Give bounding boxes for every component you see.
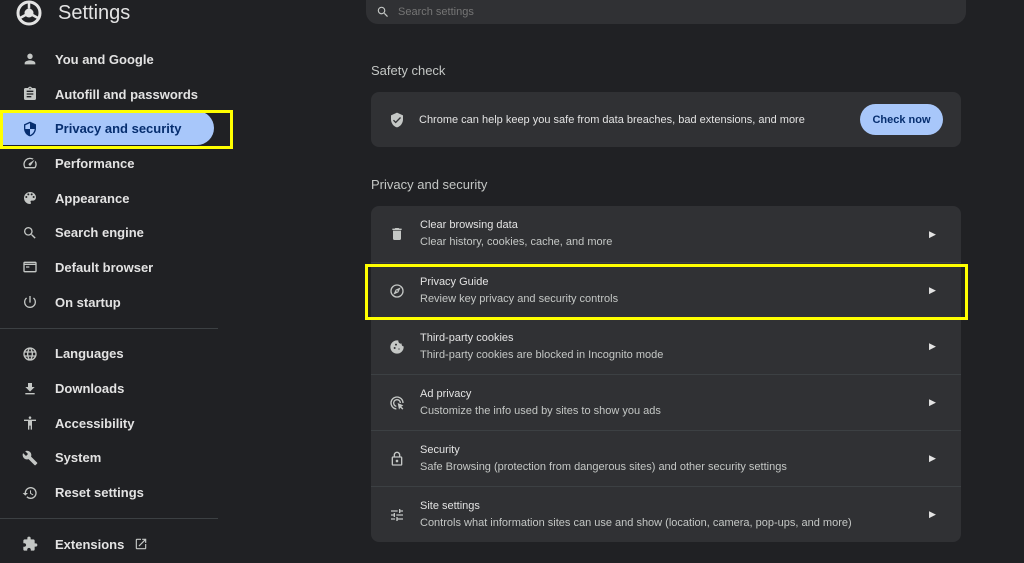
cookie-icon: [388, 338, 406, 356]
sidebar-item-label: Autofill and passwords: [55, 86, 199, 102]
sidebar-item-default-browser[interactable]: Default browser: [0, 250, 218, 285]
highlight-box: [365, 264, 968, 320]
row-subtitle: Controls what information sites can use …: [420, 516, 852, 529]
privacy-card: Clear browsing data Clear history, cookie…: [371, 206, 961, 542]
row-title: Third-party cookies: [420, 331, 514, 344]
globe-icon: [20, 344, 40, 364]
privacy-section-title: Privacy and security: [371, 177, 488, 192]
power-icon: [20, 292, 40, 312]
sidebar-item-appearance[interactable]: Appearance: [0, 181, 218, 216]
sidebar-item-label: Accessibility: [55, 415, 135, 431]
row-subtitle: Clear history, cookies, cache, and more: [420, 236, 613, 248]
chevron-right-icon: ▶: [929, 509, 936, 519]
sidebar-item-label: Performance: [55, 155, 135, 171]
palette-icon: [20, 188, 40, 208]
row-subtitle: Safe Browsing (protection from dangerous…: [420, 460, 787, 473]
clipboard-icon: [20, 84, 40, 104]
check-now-button[interactable]: Check now: [860, 104, 943, 135]
lock-icon: [388, 450, 406, 468]
sidebar-item-label: Extensions: [55, 536, 125, 552]
sidebar-item-system[interactable]: System: [0, 441, 218, 476]
highlight-box: [0, 110, 233, 149]
download-icon: [20, 379, 40, 399]
sidebar-item-reset-settings[interactable]: Reset settings: [0, 475, 218, 510]
sidebar-item-label: Downloads: [55, 381, 125, 397]
chevron-right-icon: ▶: [929, 341, 936, 351]
row-title: Security: [420, 443, 460, 456]
sidebar-item-performance[interactable]: Performance: [0, 146, 218, 181]
search-icon: [20, 223, 40, 243]
trash-icon: [388, 225, 406, 243]
sidebar-item-label: Languages: [55, 346, 124, 362]
chevron-right-icon: ▶: [929, 228, 936, 239]
search-input[interactable]: [396, 5, 900, 19]
row-site-settings[interactable]: Site settings Controls what information s…: [371, 486, 961, 542]
safety-check-card: Chrome can help keep you safe from data …: [371, 92, 961, 147]
chevron-right-icon: ▶: [929, 453, 936, 463]
sidebar-item-on-startup[interactable]: On startup: [0, 285, 218, 320]
sidebar-item-search-engine[interactable]: Search engine: [0, 215, 218, 250]
puzzle-icon: [20, 534, 40, 554]
browser-icon: [20, 257, 40, 277]
speedometer-icon: [20, 153, 40, 173]
ad-privacy-icon: [388, 394, 406, 412]
sidebar-item-label: Search engine: [55, 225, 144, 241]
chevron-right-icon: ▶: [929, 397, 936, 407]
row-clear-browsing-data[interactable]: Clear browsing data Clear history, cookie…: [371, 206, 961, 262]
sidebar-item-label: Default browser: [55, 259, 154, 275]
row-security[interactable]: Security Safe Browsing (protection from d…: [371, 430, 961, 486]
sidebar-item-extensions[interactable]: Extensions: [0, 527, 218, 562]
chrome-logo-icon: [16, 0, 42, 26]
accessibility-icon: [20, 413, 40, 433]
row-title: Site settings: [420, 499, 480, 512]
sidebar-divider: [0, 517, 218, 519]
row-subtitle: Customize the info used by sites to show…: [420, 404, 661, 417]
safety-check-title: Safety check: [371, 63, 446, 78]
row-third-party-cookies[interactable]: Third-party cookies Third-party cookies a…: [371, 318, 961, 374]
sidebar-item-languages[interactable]: Languages: [0, 337, 218, 372]
sidebar-item-label: Reset settings: [55, 485, 144, 501]
safety-check-text: Chrome can help keep you safe from data …: [419, 113, 805, 126]
sidebar-item-label: Appearance: [55, 190, 130, 206]
search-box[interactable]: [366, 0, 966, 24]
search-icon: [377, 6, 388, 17]
sidebar-item-downloads[interactable]: Downloads: [0, 371, 218, 406]
row-title: Ad privacy: [420, 387, 472, 400]
person-icon: [20, 49, 40, 69]
shield-check-icon: [389, 112, 405, 128]
sidebar-divider: [0, 327, 218, 329]
open-in-new-icon: [136, 539, 147, 550]
page-title: Settings: [58, 2, 131, 24]
row-title: Clear browsing data: [420, 219, 518, 231]
tune-icon: [388, 506, 406, 524]
sidebar-item-you-and-google[interactable]: You and Google: [0, 42, 218, 77]
sidebar-item-label: You and Google: [55, 51, 154, 67]
sidebar-item-accessibility[interactable]: Accessibility: [0, 406, 218, 441]
wrench-icon: [20, 448, 40, 468]
row-ad-privacy[interactable]: Ad privacy Customize the info used by sit…: [371, 374, 961, 430]
row-subtitle: Third-party cookies are blocked in Incog…: [420, 348, 664, 361]
sidebar-item-label: System: [55, 450, 102, 466]
sidebar-item-label: On startup: [55, 294, 121, 310]
history-icon: [20, 483, 40, 503]
sidebar-item-autofill[interactable]: Autofill and passwords: [0, 77, 218, 112]
